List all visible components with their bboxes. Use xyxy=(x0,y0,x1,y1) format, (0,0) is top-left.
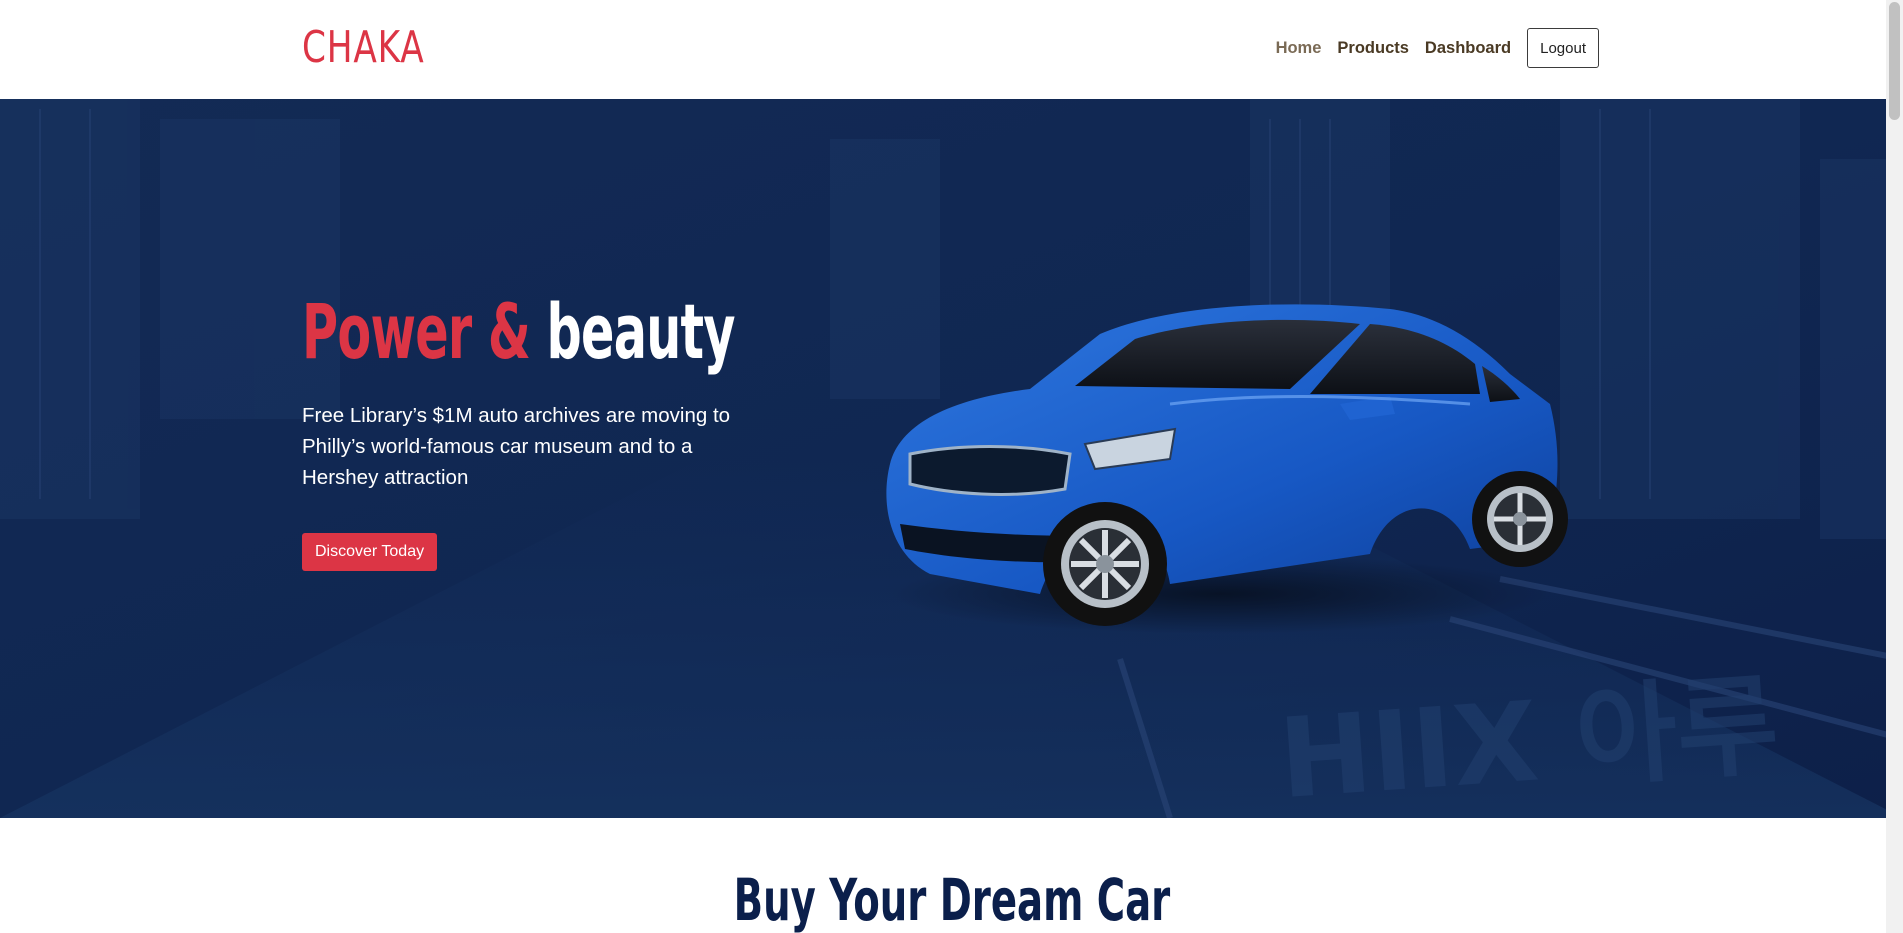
scrollbar[interactable] xyxy=(1886,0,1903,933)
nav-links: Home Products Dashboard Logout xyxy=(1276,28,1599,68)
hero-text: Power & beauty Free Library’s $1M auto a… xyxy=(302,294,903,571)
rear-wheel xyxy=(1472,471,1568,567)
hero-title-accent: Power & xyxy=(302,287,531,376)
nav-link-home[interactable]: Home xyxy=(1276,39,1322,58)
section-title: Buy Your Dream Car xyxy=(733,866,1170,933)
navbar: CHAKA Home Products Dashboard Logout xyxy=(0,0,1903,99)
hero-title-main: beauty xyxy=(546,287,735,376)
discover-today-button[interactable]: Discover Today xyxy=(302,533,438,571)
nav-link-products[interactable]: Products xyxy=(1337,39,1409,58)
hero-section: HIIX 아루 Power & beauty Free Library’s $1… xyxy=(0,99,1903,818)
logout-button[interactable]: Logout xyxy=(1527,28,1599,68)
front-wheel xyxy=(1043,502,1167,626)
hero-description: Free Library’s $1M auto archives are mov… xyxy=(302,404,731,489)
nav-link-dashboard[interactable]: Dashboard xyxy=(1425,39,1511,58)
scrollbar-thumb[interactable] xyxy=(1889,2,1900,120)
brand-logo[interactable]: CHAKA xyxy=(302,22,425,73)
blue-sedan-car-icon xyxy=(886,304,1568,634)
hero-title: Power & beauty xyxy=(302,294,735,370)
